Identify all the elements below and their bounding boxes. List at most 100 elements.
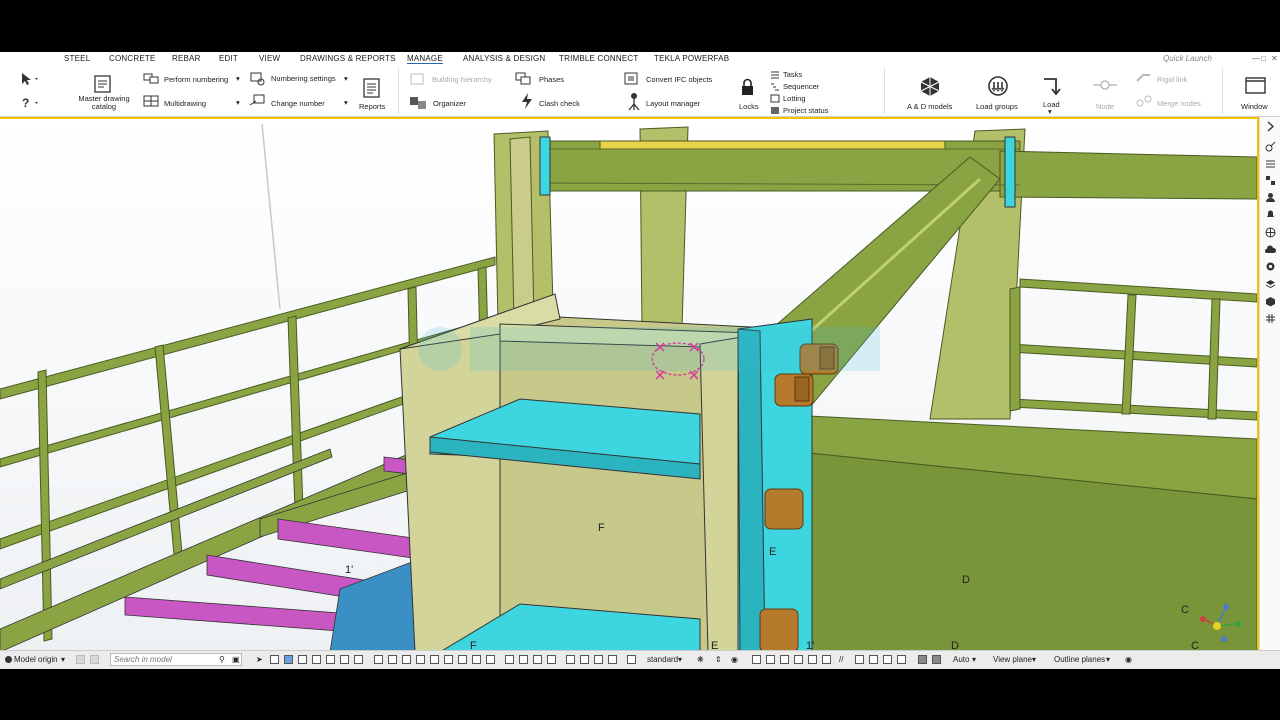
select-fittings-switch[interactable] bbox=[486, 655, 495, 664]
help-icon[interactable]: ? bbox=[20, 96, 42, 110]
perform-numbering-dropdown-icon[interactable]: ▾ bbox=[236, 74, 240, 83]
chevron-right-icon[interactable] bbox=[1265, 121, 1276, 132]
locks-button[interactable]: Locks bbox=[739, 102, 759, 111]
load-icon[interactable] bbox=[1040, 75, 1062, 97]
select-pointer-icon[interactable] bbox=[20, 72, 40, 86]
sequencer-button[interactable]: Sequencer bbox=[783, 82, 819, 91]
snap-free-switch[interactable] bbox=[932, 655, 941, 664]
selection-filter-select[interactable]: standard bbox=[647, 655, 678, 664]
snap-midpoints-switch[interactable] bbox=[855, 655, 864, 664]
outline-planes-select[interactable]: Outline planes bbox=[1054, 655, 1105, 664]
selection-filter-icon[interactable] bbox=[1265, 158, 1276, 169]
view-eye-icon[interactable]: ◉ bbox=[731, 655, 738, 664]
globe-icon[interactable] bbox=[1265, 227, 1276, 238]
project-status-icon[interactable] bbox=[770, 106, 780, 115]
convert-ifc-objects-icon[interactable] bbox=[622, 70, 644, 88]
load-groups-icon[interactable] bbox=[986, 75, 1010, 97]
tasks-icon[interactable] bbox=[770, 70, 780, 79]
model-origin-select[interactable]: Model origin bbox=[14, 655, 58, 664]
snap-centers-switch[interactable] bbox=[822, 655, 831, 664]
snap-extension-switch[interactable] bbox=[897, 655, 906, 664]
phases-icon[interactable] bbox=[514, 71, 536, 87]
tab-tekla-powerfab[interactable]: TEKLA POWERFAB bbox=[654, 54, 729, 63]
layers-icon[interactable] bbox=[1265, 279, 1276, 290]
snap-parallel-icon[interactable]: // bbox=[839, 655, 843, 664]
search-options-icon[interactable]: ▣ bbox=[232, 655, 240, 664]
master-drawing-catalog-button[interactable]: Master drawing catalog bbox=[76, 95, 132, 111]
model-origin-dropdown-icon[interactable]: ▾ bbox=[61, 655, 65, 664]
window-icon[interactable] bbox=[1244, 76, 1268, 96]
organizer-button[interactable]: Organizer bbox=[433, 99, 466, 108]
notifications-icon[interactable] bbox=[1265, 209, 1276, 220]
building-hierarchy-button[interactable]: Building hierarchy bbox=[432, 75, 492, 84]
toolbar-toggle[interactable] bbox=[90, 655, 99, 664]
sequencer-icon[interactable] bbox=[770, 82, 780, 91]
snap-perpendicular-switch[interactable] bbox=[883, 655, 892, 664]
select-view-switch[interactable] bbox=[594, 655, 603, 664]
tab-concrete[interactable]: CONCRETE bbox=[109, 54, 156, 63]
quick-launch-input[interactable]: Quick Launch bbox=[1163, 54, 1253, 63]
organizer-icon[interactable] bbox=[408, 93, 430, 111]
reports-icon[interactable] bbox=[361, 77, 383, 99]
select-grids-switch[interactable] bbox=[340, 655, 349, 664]
select-pointer-icon[interactable]: ➤ bbox=[256, 655, 263, 664]
snap-intersections-switch[interactable] bbox=[869, 655, 878, 664]
project-status-button[interactable]: Project status bbox=[783, 106, 828, 115]
tab-drawings-reports[interactable]: DRAWINGS & REPORTS bbox=[300, 54, 396, 63]
selection-filter-options[interactable] bbox=[627, 655, 636, 664]
steel-model-3d-view[interactable]: F F E E D D C C 1' 1' bbox=[0, 119, 1257, 652]
select-layers-switch[interactable] bbox=[580, 655, 589, 664]
select-pours-switch[interactable] bbox=[458, 655, 467, 664]
object-icon[interactable] bbox=[1265, 296, 1276, 307]
outline-planes-dropdown-icon[interactable]: ▾ bbox=[1106, 655, 1110, 664]
tab-edit[interactable]: EDIT bbox=[219, 54, 238, 63]
close-icon[interactable]: ✕ bbox=[1271, 54, 1278, 63]
tab-analysis-design[interactable]: ANALYSIS & DESIGN bbox=[463, 54, 545, 63]
select-component-switch[interactable] bbox=[533, 655, 542, 664]
select-bolts-switch[interactable] bbox=[312, 655, 321, 664]
change-number-button[interactable]: Change number bbox=[271, 99, 325, 108]
clash-check-icon[interactable] bbox=[519, 92, 535, 110]
clash-check-button[interactable]: Clash check bbox=[539, 99, 580, 108]
select-surface-switch[interactable] bbox=[430, 655, 439, 664]
select-welds-switch[interactable] bbox=[326, 655, 335, 664]
select-points-switch[interactable] bbox=[354, 655, 363, 664]
snap-points-switch[interactable] bbox=[794, 655, 803, 664]
change-number-icon[interactable] bbox=[248, 93, 268, 109]
select-objects-switch[interactable] bbox=[505, 655, 514, 664]
snap-nearest-switch[interactable] bbox=[780, 655, 789, 664]
building-hierarchy-icon[interactable] bbox=[408, 71, 428, 87]
tasks-button[interactable]: Tasks bbox=[783, 70, 802, 79]
layout-manager-icon[interactable] bbox=[626, 92, 642, 112]
ad-models-button[interactable]: A & D models bbox=[907, 102, 952, 111]
multidrawing-dropdown-icon[interactable]: ▾ bbox=[236, 98, 240, 107]
tab-rebar[interactable]: REBAR bbox=[172, 54, 201, 63]
restore-icon[interactable]: □ bbox=[1261, 54, 1266, 63]
property-pane-icon[interactable] bbox=[1265, 141, 1276, 152]
master-drawing-catalog-icon[interactable] bbox=[92, 73, 114, 95]
perform-numbering-icon[interactable] bbox=[142, 72, 162, 86]
rigid-link-icon[interactable] bbox=[1134, 70, 1154, 84]
ad-models-icon[interactable] bbox=[918, 75, 942, 97]
auto-dropdown-icon[interactable]: ▾ bbox=[972, 655, 976, 664]
perform-numbering-button[interactable]: Perform numbering bbox=[164, 75, 228, 84]
snap-depth-select[interactable]: Auto bbox=[953, 655, 969, 664]
select-views-switch[interactable] bbox=[374, 655, 383, 664]
select-parts-switch[interactable] bbox=[270, 655, 279, 664]
select-reference-switch[interactable] bbox=[402, 655, 411, 664]
snap-options-icon[interactable]: ⇕ bbox=[715, 655, 722, 664]
rigid-link-button[interactable]: Rigid link bbox=[1157, 75, 1187, 84]
convert-ifc-objects-button[interactable]: Convert IFC objects bbox=[646, 75, 712, 84]
users-icon[interactable] bbox=[1265, 192, 1276, 203]
select-ref-switch[interactable] bbox=[608, 655, 617, 664]
components-icon[interactable] bbox=[1265, 175, 1276, 186]
phases-button[interactable]: Phases bbox=[539, 75, 564, 84]
select-planes-switch[interactable] bbox=[388, 655, 397, 664]
merge-nodes-icon[interactable] bbox=[1134, 94, 1154, 108]
toolbar-toggle[interactable] bbox=[76, 655, 85, 664]
multidrawing-icon[interactable] bbox=[142, 94, 162, 108]
load-groups-button[interactable]: Load groups bbox=[976, 102, 1018, 111]
snap-reference-lines-switch[interactable] bbox=[752, 655, 761, 664]
numbering-settings-dropdown-icon[interactable]: ▾ bbox=[344, 74, 348, 83]
select-components-switch[interactable] bbox=[298, 655, 307, 664]
